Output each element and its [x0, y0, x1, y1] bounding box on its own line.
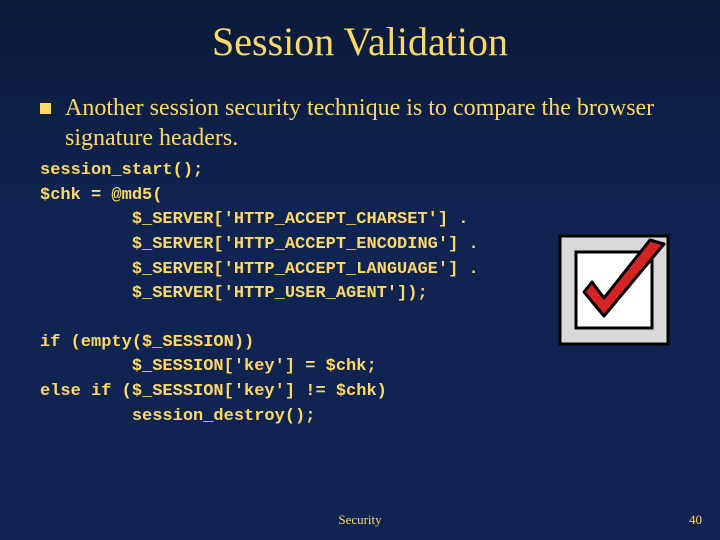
- checkmark-icon: [554, 230, 674, 350]
- bullet-marker-icon: [40, 103, 51, 114]
- footer-label: Security: [338, 512, 381, 528]
- bullet-item: Another session security technique is to…: [40, 93, 680, 153]
- bullet-text: Another session security technique is to…: [65, 93, 680, 153]
- page-number: 40: [689, 512, 702, 528]
- slide-title: Session Validation: [0, 0, 720, 93]
